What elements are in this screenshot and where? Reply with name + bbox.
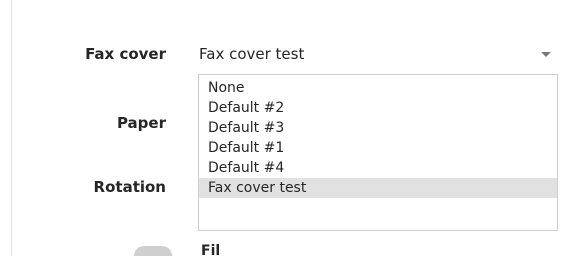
paper-label: Paper <box>116 114 166 132</box>
fax-cover-label: Fax cover <box>85 45 166 63</box>
dropdown-option-default-4[interactable]: Default #4 <box>199 158 557 178</box>
panel-divider <box>11 0 12 256</box>
rotation-label: Rotation <box>93 178 166 196</box>
chevron-down-icon[interactable] <box>541 52 551 57</box>
toggle-switch[interactable] <box>134 246 172 256</box>
toggle-label: Fil <box>201 243 221 256</box>
fax-cover-selected-value[interactable]: Fax cover test <box>199 45 304 63</box>
dropdown-option-default-2[interactable]: Default #2 <box>199 98 557 118</box>
fax-cover-dropdown-list: None Default #2 Default #3 Default #1 De… <box>198 74 558 231</box>
print-settings-panel: Fax cover Fax cover test Paper Rotation … <box>0 0 588 256</box>
dropdown-option-default-1[interactable]: Default #1 <box>199 138 557 158</box>
dropdown-option-default-3[interactable]: Default #3 <box>199 118 557 138</box>
dropdown-option-fax-cover-test[interactable]: Fax cover test <box>199 178 557 198</box>
dropdown-option-none[interactable]: None <box>199 78 557 98</box>
